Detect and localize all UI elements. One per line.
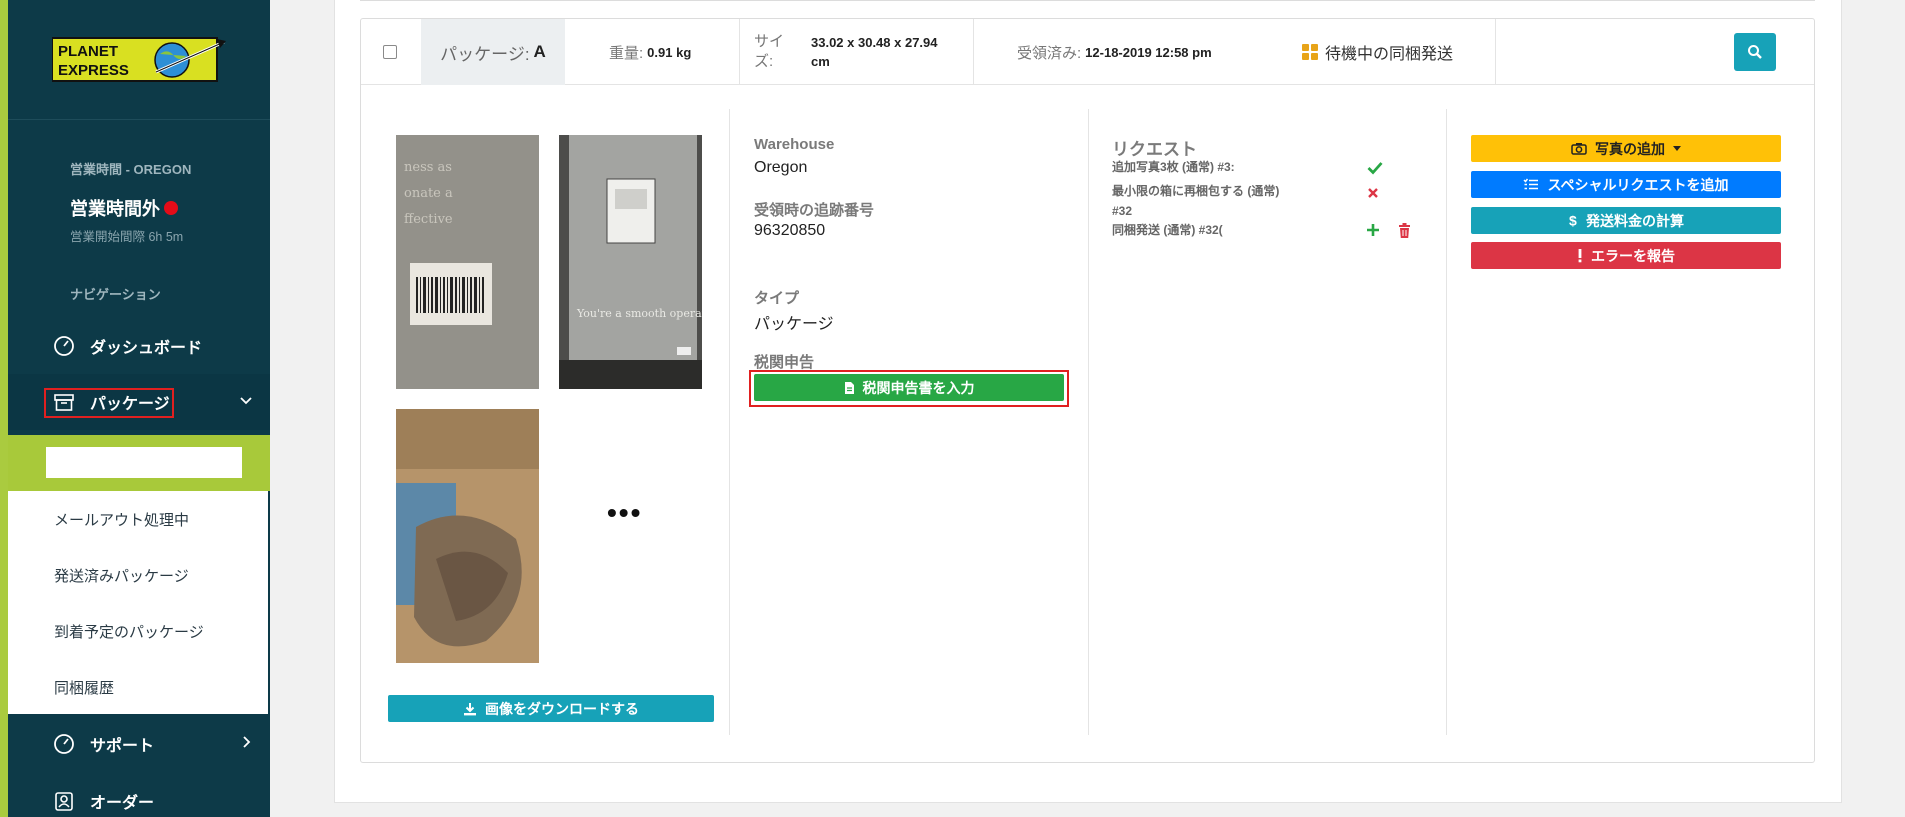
sidebar-item-orders[interactable]: オーダー	[8, 773, 270, 817]
order-icon	[52, 789, 76, 813]
received-date: 受領済み: 12-18-2019 12:58 pm	[1017, 19, 1212, 85]
download-label: 画像をダウンロードする	[485, 700, 639, 717]
size-value: 33.02 x 30.48 x 27.94 cm	[811, 35, 938, 69]
package-photo[interactable]	[396, 409, 539, 663]
tracking-label: 受領時の追跡番号	[754, 202, 875, 219]
sidebar-item-label: ダッシュボード	[90, 340, 203, 357]
package-checkbox[interactable]	[383, 19, 397, 85]
check-icon	[1366, 159, 1384, 177]
list-icon	[1523, 178, 1539, 190]
chevron-right-icon[interactable]	[238, 734, 254, 755]
customs-label: 税関申告	[754, 354, 815, 371]
sidebar-item-dashboard[interactable]: ダッシュボード	[8, 318, 270, 374]
package-card: パッケージ: A 重量: 0.91 kg サイズ: 33.02 x 30.48 …	[360, 18, 1815, 763]
package-photo[interactable]: You're a smooth operator	[559, 135, 702, 389]
nav-label: ナビゲーション	[70, 287, 161, 302]
hours-sub: 営業開始間際 6h 5m	[70, 230, 184, 244]
trash-icon[interactable]	[1395, 221, 1413, 239]
subnav-item[interactable]: 同梱履歴	[54, 677, 114, 698]
package-name-value: A	[533, 42, 546, 61]
received-value: 12-18-2019 12:58 pm	[1085, 44, 1212, 60]
planet-express-logo[interactable]: PLANET EXPRESS	[52, 36, 228, 84]
closed-indicator-icon	[164, 201, 178, 215]
chevron-down-icon[interactable]	[238, 392, 254, 413]
exclamation-icon	[1578, 249, 1582, 263]
package-name: パッケージ: A	[421, 19, 565, 85]
download-icon	[464, 702, 476, 715]
add-photo-button[interactable]: 写真の追加	[1471, 135, 1781, 162]
sidebar-item-label: オーダー	[90, 795, 155, 812]
svg-text:ness as: ness as	[404, 160, 452, 175]
divider	[360, 0, 1815, 1]
sidebar-item-support[interactable]: サポート	[8, 716, 270, 772]
divider	[1088, 109, 1089, 735]
add-photo-label: 写真の追加	[1595, 140, 1665, 157]
cross-icon	[1364, 184, 1382, 202]
document-icon	[844, 381, 854, 394]
special-request-button[interactable]: スペシャルリクエストを追加	[1471, 171, 1781, 198]
search-button[interactable]	[1734, 33, 1776, 71]
subnav-item[interactable]: メールアウト処理中	[54, 509, 189, 530]
logo-text-1: PLANET	[58, 43, 118, 60]
hours-status-text: 営業時間外	[70, 199, 160, 219]
dashboard-icon	[52, 334, 76, 358]
sidebar: PLANET EXPRESS 営業時間 - OREGON 営業時間外 営業開始間…	[0, 0, 270, 817]
subnav: メールアウト処理中 発送済みパッケージ 到着予定のパッケージ 同梱履歴	[8, 491, 270, 714]
subnav-item[interactable]: 到着予定のパッケージ	[54, 621, 204, 642]
divider	[1446, 109, 1447, 735]
redacted-label	[46, 447, 242, 478]
camera-icon	[1571, 143, 1587, 155]
special-request-label: スペシャルリクエストを追加	[1547, 176, 1729, 193]
customs-button-label: 税関申告書を入力	[862, 379, 975, 396]
hours-label: 営業時間 - OREGON	[70, 162, 192, 177]
request-item: 追加写真3枚 (通常) #3:	[1112, 160, 1235, 174]
sidebar-edge	[0, 0, 8, 817]
size-label: サイズ:	[754, 33, 785, 70]
hours-status: 営業時間外	[70, 195, 178, 221]
add-icon[interactable]	[1364, 221, 1382, 239]
package-photo[interactable]: ness as onate a ffective	[396, 135, 539, 389]
weight-label: 重量:	[609, 44, 644, 62]
dollar-icon: $	[1569, 213, 1577, 228]
divider	[1495, 19, 1496, 85]
package-weight: 重量: 0.91 kg	[609, 19, 691, 85]
download-images-button[interactable]: 画像をダウンロードする	[388, 695, 714, 722]
type-label: タイプ	[754, 290, 800, 307]
divider	[973, 19, 974, 85]
calc-shipping-button[interactable]: $ 発送料金の計算	[1471, 207, 1781, 234]
weight-value: 0.91 kg	[647, 44, 692, 60]
divider	[739, 19, 740, 85]
status-text: 待機中の同梱発送	[1325, 46, 1454, 63]
package-name-label: パッケージ:	[440, 44, 530, 64]
subnav-item[interactable]: 発送済みパッケージ	[54, 565, 189, 586]
type-value: パッケージ	[754, 316, 834, 333]
svg-text:You're a smooth operator: You're a smooth operator	[576, 307, 702, 320]
caret-down-icon	[1673, 145, 1681, 151]
search-icon	[1748, 45, 1762, 59]
request-item: 最小限の箱に再梱包する (通常) #32	[1112, 184, 1280, 218]
received-label: 受領済み:	[1017, 44, 1082, 62]
divider	[729, 109, 730, 735]
consolidation-icon	[1301, 43, 1319, 61]
warehouse-label: Warehouse	[754, 136, 835, 153]
calc-shipping-label: 発送料金の計算	[1586, 212, 1684, 229]
request-item: 同梱発送 (通常) #32(	[1112, 223, 1223, 237]
warehouse-value: Oregon	[754, 159, 808, 176]
more-photos[interactable]: •••	[607, 497, 642, 529]
sidebar-active-subitem[interactable]	[8, 435, 270, 491]
svg-text:ffective: ffective	[404, 212, 453, 227]
logo-text-2: EXPRESS	[58, 62, 129, 79]
tracking-value: 96320850	[754, 222, 826, 239]
sidebar-item-label: サポート	[90, 738, 155, 755]
package-status: 待機中の同梱発送	[1301, 19, 1453, 85]
svg-text:$: $	[1569, 213, 1577, 228]
customs-declaration-button[interactable]: 税関申告書を入力	[754, 374, 1064, 401]
logo-area: PLANET EXPRESS	[8, 0, 270, 120]
report-error-button[interactable]: エラーを報告	[1471, 242, 1781, 269]
svg-text:onate a: onate a	[404, 186, 453, 201]
highlight-box	[44, 388, 174, 418]
package-header: パッケージ: A 重量: 0.91 kg サイズ: 33.02 x 30.48 …	[361, 19, 1814, 85]
report-error-label: エラーを報告	[1591, 247, 1675, 264]
support-icon	[52, 732, 76, 756]
